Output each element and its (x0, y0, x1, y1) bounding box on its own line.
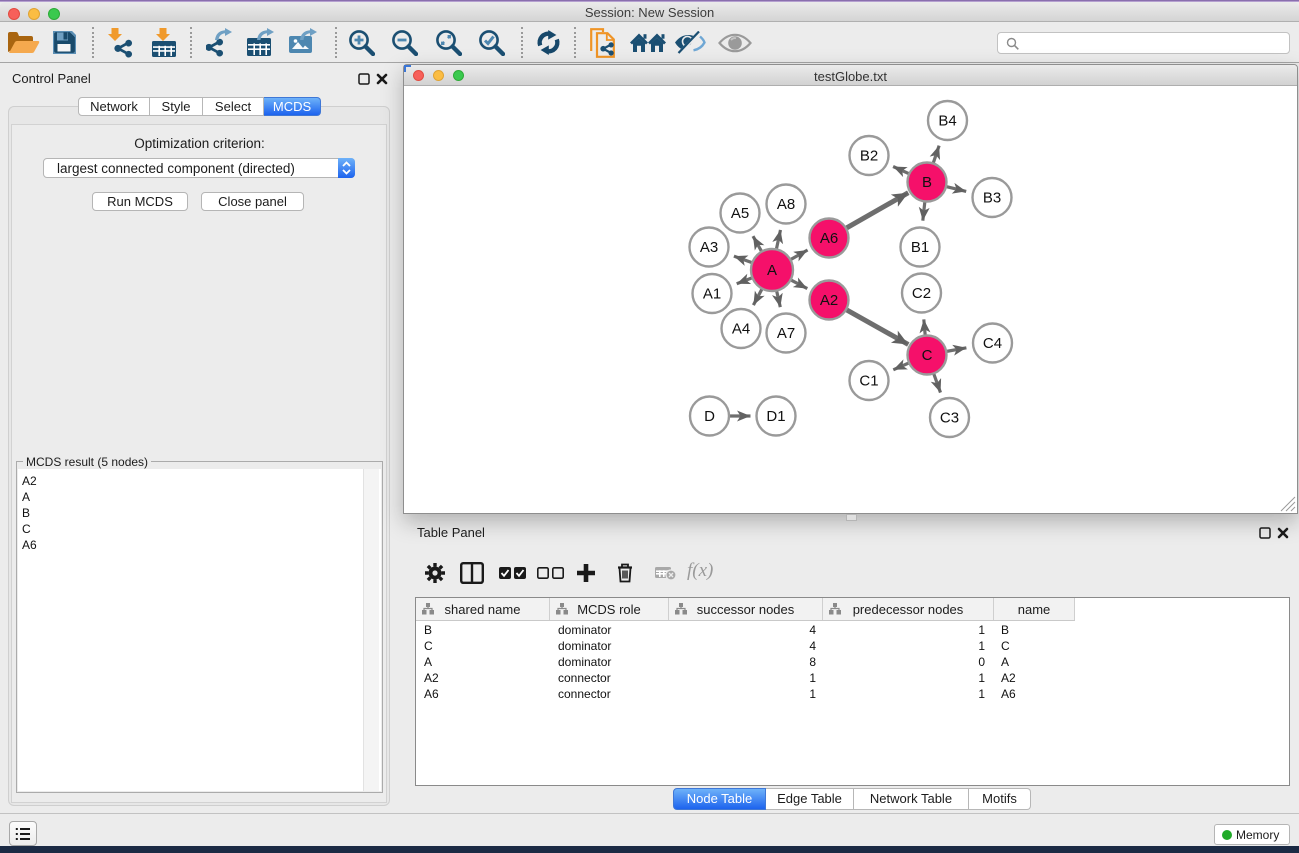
svg-text:B3: B3 (983, 190, 1001, 207)
svg-text:C4: C4 (983, 335, 1002, 352)
svg-text:A6: A6 (820, 230, 838, 247)
svg-text:B4: B4 (938, 113, 956, 130)
svg-text:A7: A7 (777, 325, 795, 342)
svg-text:B1: B1 (911, 239, 929, 256)
svg-text:A: A (767, 262, 777, 279)
svg-text:A4: A4 (732, 321, 750, 338)
svg-text:D: D (704, 408, 715, 425)
svg-text:C1: C1 (859, 373, 878, 390)
svg-text:A2: A2 (820, 292, 838, 309)
svg-text:C2: C2 (912, 285, 931, 302)
svg-text:C3: C3 (940, 410, 959, 427)
svg-text:D1: D1 (766, 408, 785, 425)
svg-text:A1: A1 (703, 286, 721, 303)
svg-text:A3: A3 (700, 239, 718, 256)
svg-text:B: B (922, 174, 932, 191)
svg-text:A5: A5 (731, 205, 749, 222)
svg-text:B2: B2 (860, 148, 878, 165)
svg-text:A8: A8 (777, 196, 795, 213)
svg-text:C: C (922, 347, 933, 364)
